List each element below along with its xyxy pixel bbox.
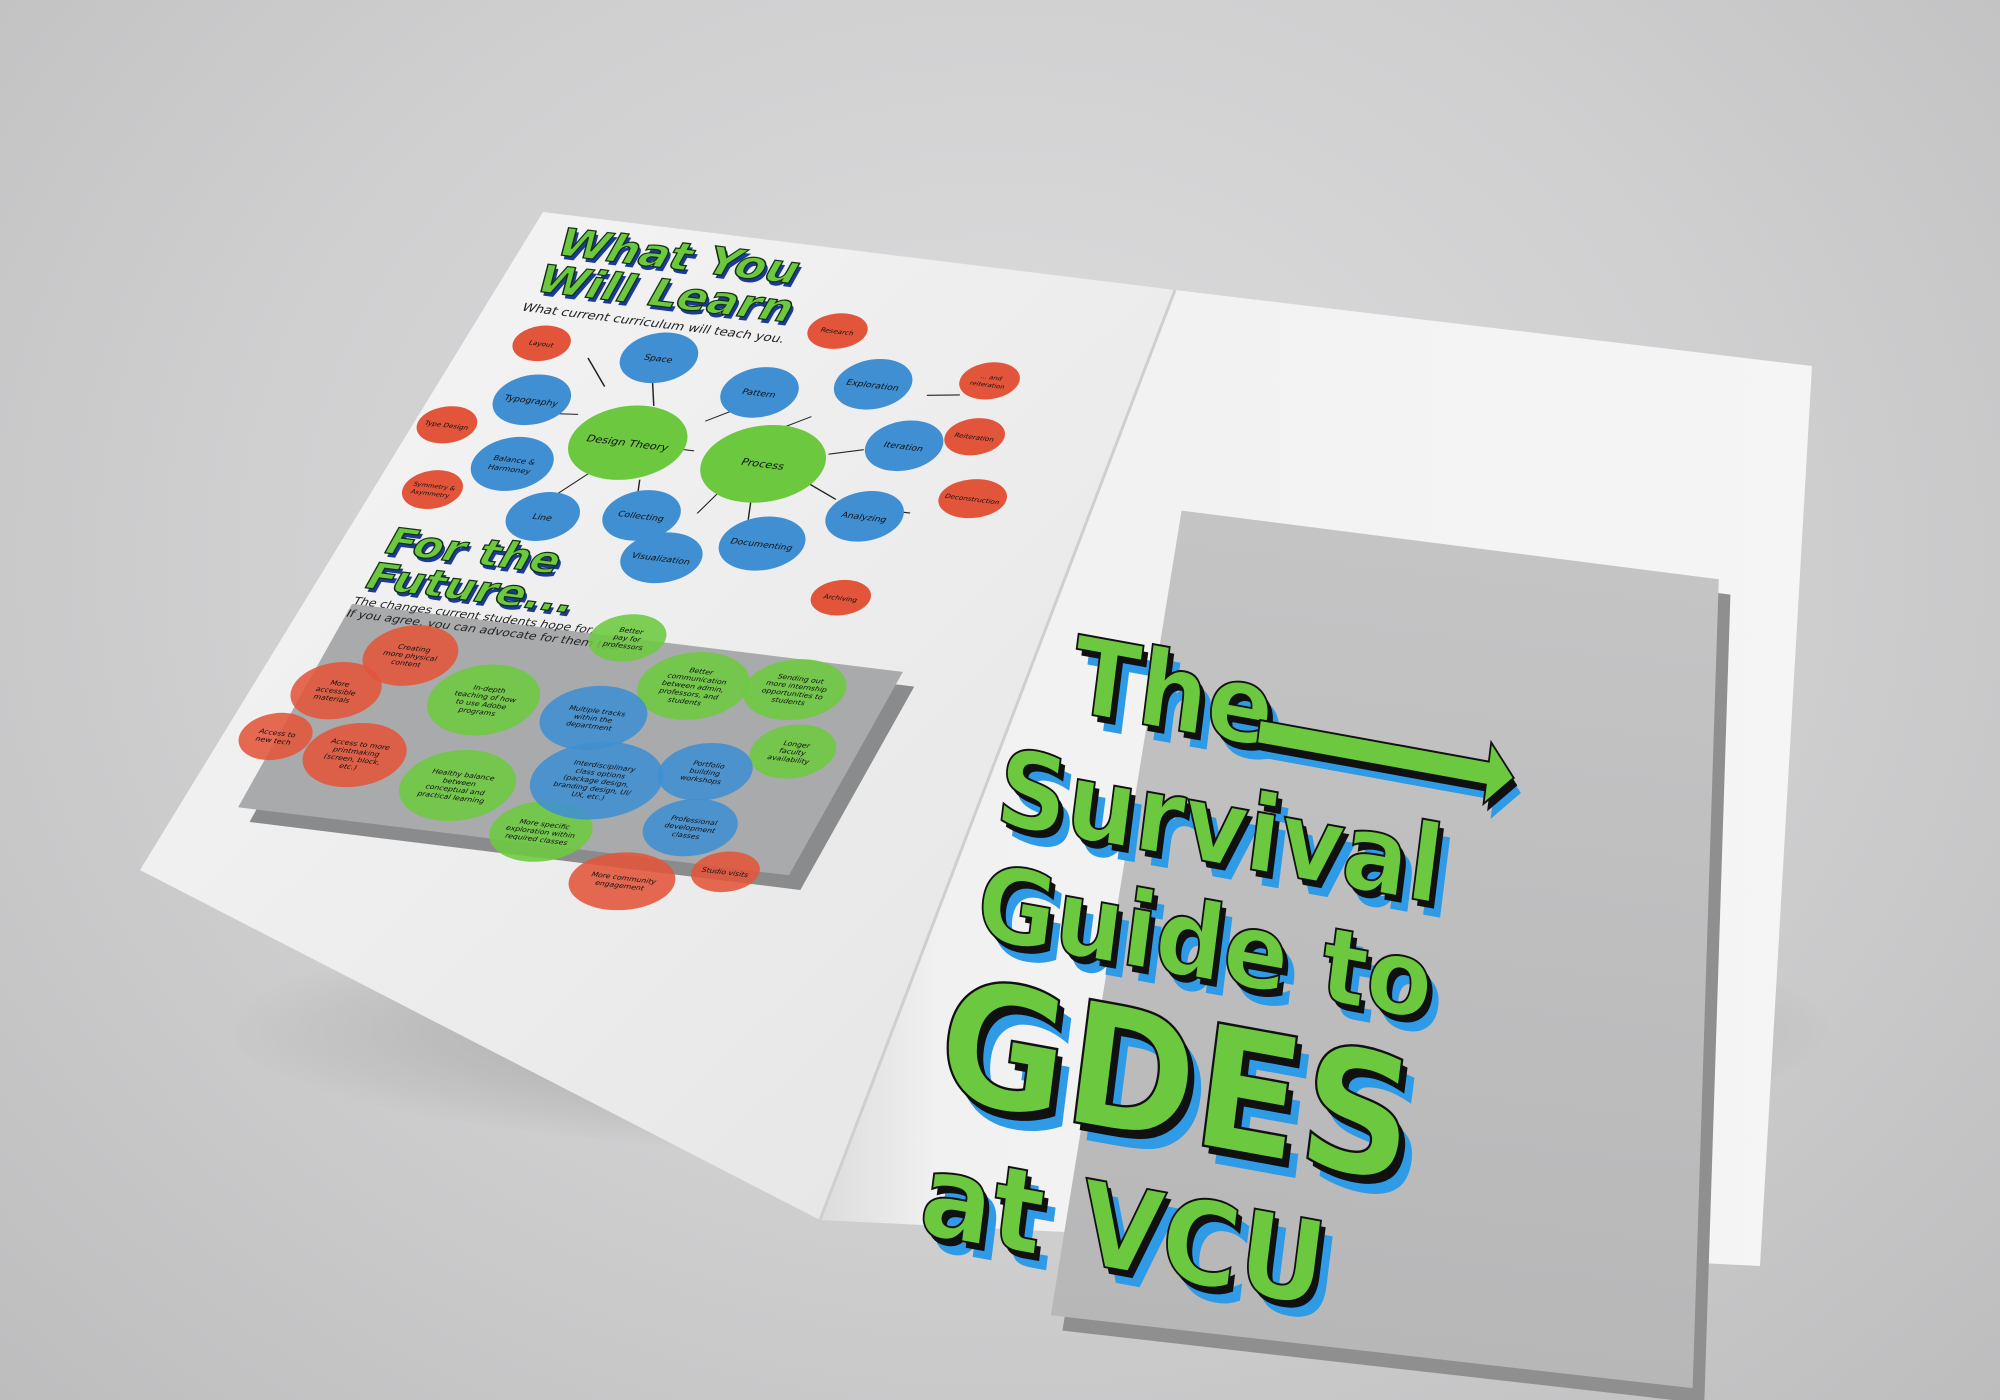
brochure-svg: What You What You Will Learn Will Learn … (140, 212, 1812, 1400)
brochure-mockup-scene: What You What You Will Learn Will Learn … (0, 0, 2000, 1400)
